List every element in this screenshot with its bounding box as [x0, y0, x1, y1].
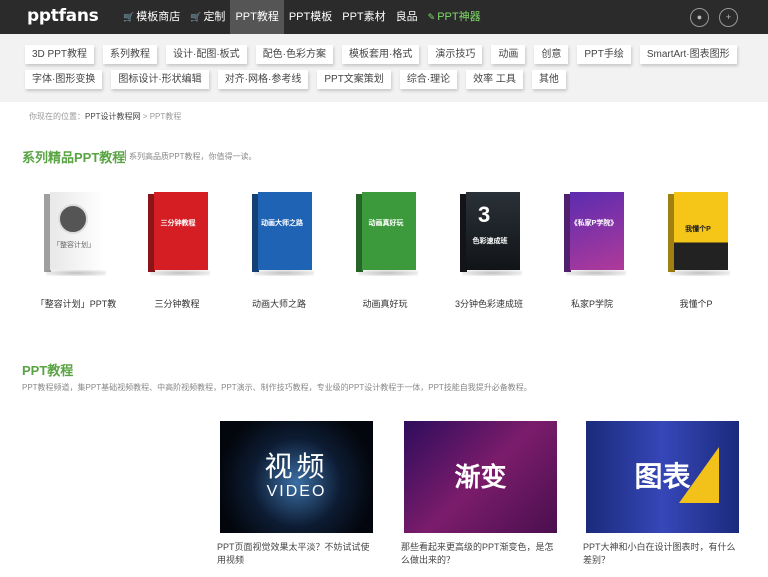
category-tag[interactable]: 系列教程 [103, 45, 158, 64]
book-face [258, 192, 312, 270]
article-title[interactable]: PPT大神和小白在设计图表时，有什么差别？ [583, 541, 741, 567]
book-title[interactable]: 3分钟色彩速成班 [439, 297, 539, 310]
breadcrumb: 你现在的位置：PPT设计教程网 > PPT教程 [29, 112, 182, 121]
article-thumbnail[interactable]: 图表 [586, 421, 739, 533]
book-face [466, 192, 520, 270]
book-cover[interactable]: 我懂个P [668, 192, 730, 276]
category-tag[interactable]: SmartArt·图表图形 [639, 45, 737, 64]
user-actions: ● + [690, 8, 738, 27]
nav-ppt-template[interactable]: PPT模板 [284, 0, 337, 34]
category-row-2: 字体·图形变换 图标设计·形状编辑 对齐·网格·参考线 PPT文案策划 综合·理… [25, 70, 566, 89]
category-tag[interactable]: 对齐·网格·参考线 [217, 70, 309, 89]
nav-custom[interactable]: 🛒 定制 [185, 0, 230, 34]
tutorial-section-title: PPT教程 [22, 363, 74, 378]
book-cover-text: 三分钟教程 [160, 220, 196, 227]
book-cover-text: 色彩速成班 [472, 238, 508, 245]
breadcrumb-current: PPT教程 [149, 112, 182, 121]
category-tag[interactable]: 动画 [491, 45, 526, 64]
category-tag[interactable]: 设计·配图·板式 [166, 45, 247, 64]
category-bar: 3D PPT教程 系列教程 设计·配图·板式 配色·色彩方案 模板套用·格式 演… [0, 34, 768, 102]
category-tag[interactable]: 演示技巧 [428, 45, 483, 64]
category-tag[interactable]: PPT手绘 [577, 45, 631, 64]
thumbnail-text: 视频 [264, 451, 329, 482]
category-tag[interactable]: 综合·理论 [399, 70, 458, 89]
book-cover[interactable]: 《私家P学院》 [564, 192, 626, 276]
nav-goods[interactable]: 良品 [391, 0, 423, 34]
top-nav: pptfans 🛒 模板商店 🛒 定制 PPT教程 PPT模板 PPT素材 良品 ✎… [0, 0, 768, 34]
category-tag[interactable]: 模板套用·格式 [342, 45, 420, 64]
nav-ppt-tutorial[interactable]: PPT教程 [230, 0, 284, 34]
article-thumbnail[interactable]: 渐变 [404, 421, 557, 533]
book-avatar-image [58, 204, 88, 234]
category-row-1: 3D PPT教程 系列教程 设计·配图·板式 配色·色彩方案 模板套用·格式 演… [25, 45, 737, 64]
thumbnail-text: 图表 [634, 461, 691, 492]
nav-template-store[interactable]: 🛒 模板商店 [118, 0, 185, 34]
book-cover-text: 《私家P学院》 [570, 220, 618, 227]
book-title[interactable]: 「整容计划」PPT教 [26, 297, 126, 310]
book-cover[interactable]: 动画大师之路 [252, 192, 314, 276]
category-tag[interactable]: 其他 [531, 70, 566, 89]
user-icon[interactable]: ● [690, 8, 709, 27]
breadcrumb-home-link[interactable]: PPT设计教程网 [85, 112, 141, 121]
article-title[interactable]: 那些看起来更高级的PPT渐变色，是怎么做出来的？ [401, 541, 559, 567]
pencil-icon: ✎ [427, 12, 436, 22]
book-cover-number: 3 [478, 202, 491, 227]
book-title[interactable]: 三分钟教程 [127, 297, 227, 310]
book-cover[interactable]: 三分钟教程 [148, 192, 210, 276]
book-face [570, 192, 624, 270]
category-tag[interactable]: 图标设计·形状编辑 [111, 70, 209, 89]
category-tag[interactable]: 创意 [534, 45, 569, 64]
book-face [154, 192, 208, 270]
category-tag[interactable]: 字体·图形变换 [25, 70, 103, 89]
book-title[interactable]: 我懂个P [646, 297, 746, 310]
book-cover[interactable]: 动画真好玩 [356, 192, 418, 276]
category-tag[interactable]: 3D PPT教程 [25, 45, 95, 64]
article-thumbnail[interactable]: 视频 VIDEO [220, 421, 373, 533]
thumbnail-subtext: VIDEO [266, 483, 327, 500]
book-cover-text: 动画大师之路 [261, 220, 303, 227]
series-section-title: 系列精品PPT教程 [22, 150, 126, 165]
add-user-icon[interactable]: + [719, 8, 738, 27]
book-title[interactable]: 动画真好玩 [335, 297, 435, 310]
book-title[interactable]: 动画大师之路 [229, 297, 329, 310]
cart-icon: 🛒 [123, 12, 135, 22]
title-divider [125, 150, 126, 161]
book-face [362, 192, 416, 270]
series-section-subtitle: 系列高品质PPT教程，你值得一读。 [129, 152, 257, 161]
nav-ppt-material[interactable]: PPT素材 [337, 0, 390, 34]
article-title[interactable]: PPT页面视觉效果太平淡？不妨试试使用视频 [217, 541, 375, 567]
nav-ppt-tool[interactable]: ✎ PPT神器 [423, 0, 486, 34]
book-cover[interactable]: 「整容计划」 [44, 192, 106, 276]
main-menu: 🛒 模板商店 🛒 定制 PPT教程 PPT模板 PPT素材 良品 ✎ PPT神器 [118, 0, 486, 34]
book-title[interactable]: 私家P学院 [542, 297, 642, 310]
cart-icon: 🛒 [190, 12, 202, 22]
category-tag[interactable]: 效率 工具 [466, 70, 523, 89]
category-tag[interactable]: PPT文案策划 [317, 70, 391, 89]
tutorial-section-desc: PPT教程频道，集PPT基础视频教程、中高阶视频教程，PPT演示、制作技巧教程，… [22, 383, 532, 392]
book-cover-text: 我懂个P [685, 226, 711, 233]
site-logo[interactable]: pptfans [27, 6, 99, 26]
book-cover-text: 「整容计划」 [53, 242, 95, 249]
category-tag[interactable]: 配色·色彩方案 [255, 45, 334, 64]
thumbnail-text: 渐变 [454, 462, 507, 492]
book-cover[interactable]: 3 色彩速成班 [460, 192, 522, 276]
book-cover-text: 动画真好玩 [368, 220, 404, 227]
